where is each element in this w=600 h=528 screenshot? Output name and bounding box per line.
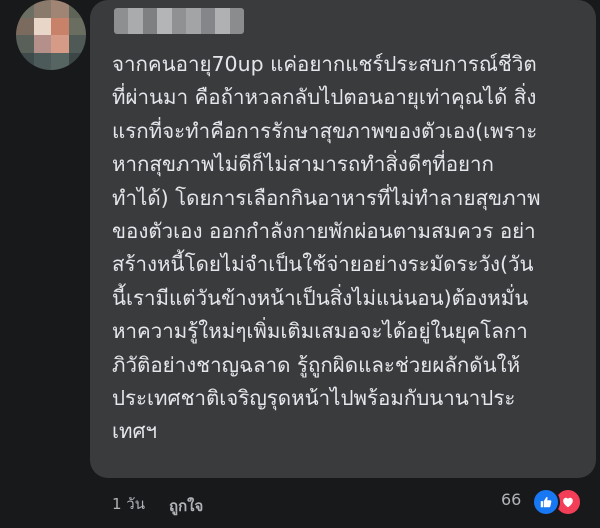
comment-line: หากสุขภาพไม่ดีก็ไม่สามารถทำสิ่งดีๆที่อยา… xyxy=(112,152,494,177)
comment-line: เทศฯ xyxy=(112,419,158,444)
comment-line: ประเทศชาติเจริญรุดหน้าไปพร้อมกับนานาประ xyxy=(112,386,516,411)
reaction-summary[interactable] xyxy=(532,488,584,516)
timestamp[interactable]: 1 วัน xyxy=(112,492,145,516)
like-button[interactable]: ถูกใจ xyxy=(169,494,203,518)
comment-line: หาความรู้ใหม่ๆเพิ่มเติมเสมอจะได้อยู่ในยุ… xyxy=(112,319,528,344)
author-name-redacted[interactable] xyxy=(114,8,244,34)
comment-footer: 1 วัน ถูกใจ 66 xyxy=(0,478,600,528)
comment-line: นี้เรามีแต่วันข้างหน้าเป็นสิ่งไม่แน่นอน)… xyxy=(112,285,529,310)
comment-line: ของตัวเอง ออกกำลังกายพักผ่อนตามสมควร อย่… xyxy=(112,219,536,244)
reaction-count[interactable]: 66 xyxy=(501,490,521,509)
avatar[interactable] xyxy=(16,0,86,70)
comment-line: ทำได้) โดยการเลือกกินอาหารที่ไม่ทำลายสุข… xyxy=(112,185,541,210)
like-icon xyxy=(532,488,560,516)
comment-line: จากคนอายุ70up แค่อยากแชร์ประสบการณ์ชีวิต xyxy=(112,52,537,76)
comment-line: สร้างหนี้โดยไม่จำเป็นใช้จ่ายอย่างระมัดระ… xyxy=(112,252,534,277)
comment-line: ภิวัติอย่างชาญฉลาด รู้ถูกผิดและช่วยผลักด… xyxy=(112,352,521,377)
comment-line: แรกที่จะทำคือการรักษาสุขภาพของตัวเอง(เพร… xyxy=(112,118,538,143)
comment-bubble: จากคนอายุ70up แค่อยากแชร์ประสบการณ์ชีวิต… xyxy=(90,0,596,478)
comment-text: จากคนอายุ70up แค่อยากแชร์ประสบการณ์ชีวิต… xyxy=(112,48,580,449)
comment-line: ที่ผ่านมา คือถ้าหวลกลับไปตอนอายุเท่าคุณไ… xyxy=(112,85,537,110)
